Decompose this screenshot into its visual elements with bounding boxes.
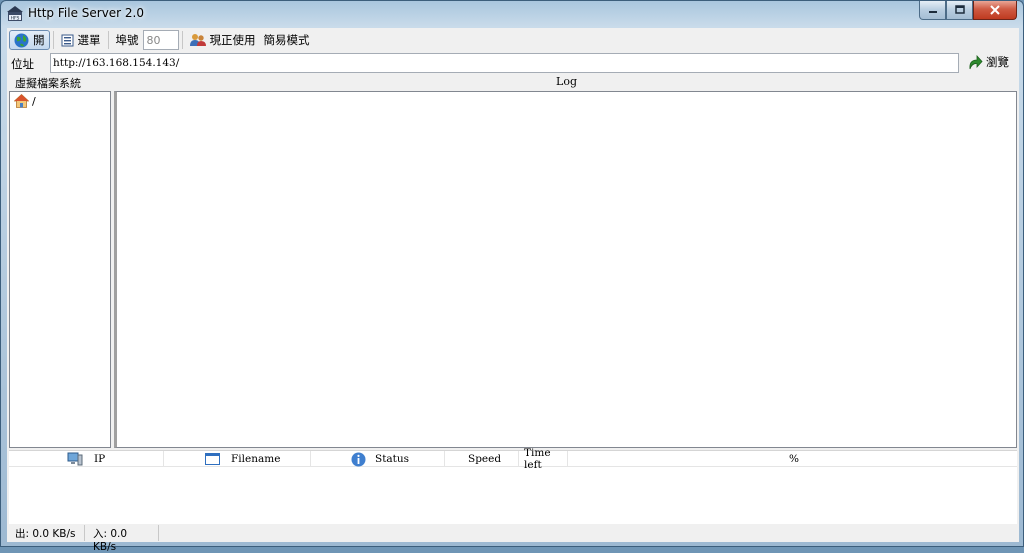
computer-icon xyxy=(67,452,83,466)
column-ip[interactable]: IP xyxy=(9,451,164,467)
toolbar-separator xyxy=(107,31,109,49)
maximize-button[interactable] xyxy=(946,1,973,20)
status-bar: 出: 0.0 KB/s 入: 0.0 KB/s xyxy=(7,524,1019,553)
maximize-icon xyxy=(954,5,965,14)
minimize-icon xyxy=(928,11,937,13)
home-icon xyxy=(14,94,29,108)
address-field[interactable] xyxy=(50,53,959,73)
port-label: 埠號 xyxy=(115,33,139,47)
address-row: 位址 瀏覽 xyxy=(7,52,1019,74)
menu-label: 選單 xyxy=(77,33,101,47)
vfs-root-label: / xyxy=(32,94,36,108)
log-header: Log xyxy=(556,75,577,88)
vfs-header: 虛擬檔案系統 xyxy=(15,77,81,90)
status-out-speed: 出: 0.0 KB/s xyxy=(7,525,85,541)
open-label: 開 xyxy=(33,33,45,47)
column-time-left-label: Time left xyxy=(524,447,551,471)
simple-mode-label: 簡易模式 xyxy=(263,33,310,47)
go-arrow-icon xyxy=(969,54,983,69)
port-input[interactable] xyxy=(142,30,179,50)
column-status[interactable]: Status xyxy=(311,451,445,467)
toolbar-separator xyxy=(52,31,54,49)
address-label: 位址 xyxy=(11,57,34,71)
in-use-label: 現正使用 xyxy=(209,33,256,47)
client-area: 開 選單 埠號 80 現正使用 簡易模式 位址 http://163.168.1… xyxy=(7,28,1019,553)
close-button[interactable] xyxy=(973,1,1017,20)
globe-icon xyxy=(14,33,29,47)
menu-icon xyxy=(61,34,73,46)
file-icon xyxy=(205,453,220,465)
minimize-button[interactable] xyxy=(919,1,946,20)
close-icon xyxy=(990,5,1000,15)
app-window: HFS Http File Server 2.0 開 選單 埠號 80 現正使用… xyxy=(0,0,1024,553)
transfers-list[interactable]: IP Filename Status Speed Time left % xyxy=(9,447,1017,524)
column-speed[interactable]: Speed xyxy=(445,451,519,467)
toolbar: 開 選單 埠號 80 現正使用 簡易模式 xyxy=(7,28,1019,52)
transfers-header: IP Filename Status Speed Time left % xyxy=(9,447,1017,471)
browse-label: 瀏覽 xyxy=(986,55,1009,69)
column-speed-label: Speed xyxy=(468,453,502,465)
window-title: Http File Server 2.0 xyxy=(28,6,145,20)
column-percent-label: % xyxy=(789,453,799,465)
status-in-speed: 入: 0.0 KB/s xyxy=(85,525,159,553)
column-time-left[interactable]: Time left xyxy=(519,447,568,471)
hfs-icon: HFS xyxy=(7,6,23,21)
info-icon xyxy=(351,452,366,466)
users-icon xyxy=(189,34,206,46)
column-filename[interactable]: Filename xyxy=(164,451,311,467)
column-filename-label: Filename xyxy=(231,453,281,465)
vfs-root-item[interactable]: / xyxy=(14,94,36,108)
simple-mode-button[interactable]: 簡易模式 xyxy=(260,30,314,50)
menu-button[interactable]: 選單 xyxy=(57,30,105,50)
column-status-label: Status xyxy=(375,453,410,465)
title-bar[interactable]: HFS Http File Server 2.0 xyxy=(1,1,1023,27)
port-button[interactable]: 埠號 xyxy=(112,30,143,50)
open-button[interactable]: 開 xyxy=(9,30,50,50)
toolbar-separator xyxy=(181,31,183,49)
log-panel[interactable] xyxy=(114,91,1017,448)
in-use-button[interactable]: 現正使用 xyxy=(186,30,260,50)
svg-text:HFS: HFS xyxy=(11,15,20,21)
column-percent[interactable]: % xyxy=(568,451,1017,467)
browse-button[interactable]: 瀏覽 xyxy=(967,54,1009,70)
caption-buttons xyxy=(919,1,1017,20)
column-ip-label: IP xyxy=(94,453,106,465)
vfs-tree[interactable]: / xyxy=(9,91,111,448)
